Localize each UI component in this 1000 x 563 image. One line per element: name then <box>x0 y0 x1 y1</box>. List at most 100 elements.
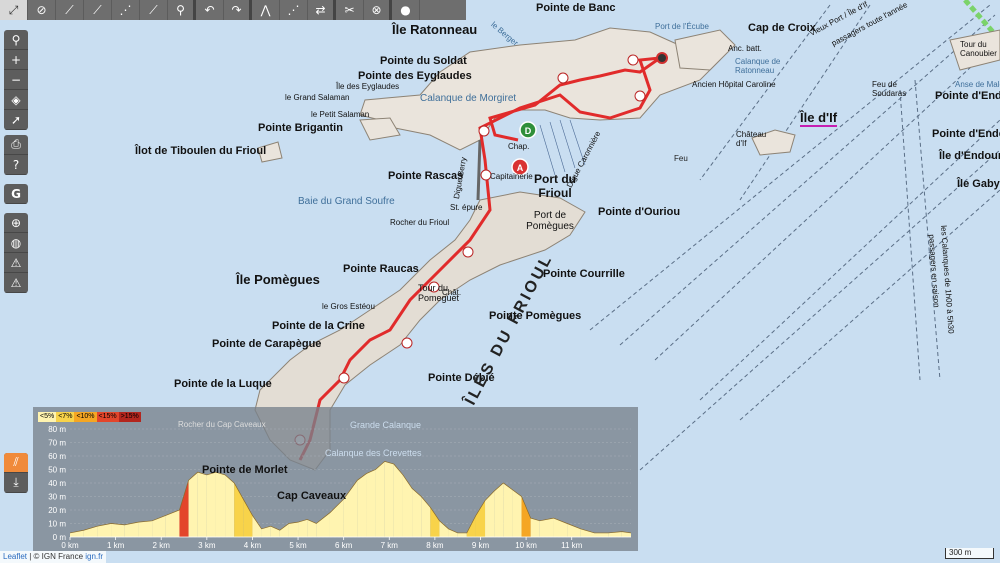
elevation-segment <box>539 518 554 537</box>
route-line-icon[interactable]: ⟋ <box>56 0 84 20</box>
x-tick-label: 5 km <box>289 541 307 550</box>
label-pointe-de-banc: Pointe de Banc <box>536 2 616 14</box>
route-line-icon[interactable]: ⋀ <box>252 0 280 20</box>
y-tick-label: 40 m <box>48 479 66 488</box>
start-marker-label: D <box>525 126 532 136</box>
elevation-segment <box>343 480 358 537</box>
elevation-segment <box>567 523 581 537</box>
label-pointe-pomegues: Pointe Pomègues <box>489 310 582 322</box>
eye-off-icon[interactable]: ⊘ <box>28 0 56 20</box>
label-feu: Feu <box>674 154 688 163</box>
label-cap-de-croix: Cap de Croix <box>748 22 816 34</box>
google-icon[interactable]: G <box>4 184 28 204</box>
route-line-icon[interactable]: ⋰ <box>112 0 140 20</box>
elevation-segment <box>366 469 376 537</box>
label-pointe-de-la-crine: Pointe de la Crine <box>272 320 365 332</box>
redo-icon[interactable]: ↷ <box>224 0 252 20</box>
label-ancien-hopital: Ancien Hôpital Caroline <box>692 80 776 89</box>
elevation-segment <box>521 496 531 537</box>
attribution-ign-link[interactable]: ign.fr <box>85 552 103 561</box>
waypoint-marker[interactable] <box>656 52 668 64</box>
route-line-icon[interactable]: ⋰ <box>280 0 308 20</box>
x-tick-label: 2 km <box>153 541 171 550</box>
target-icon[interactable]: ⊕ <box>4 213 28 233</box>
label-ile-ratonneau: Île Ratonneau <box>392 22 478 37</box>
label-ile-pomegues: Île Pomègues <box>236 272 320 287</box>
label-gros-esteou: le Gros Estéou <box>322 302 375 311</box>
globe-icon[interactable]: ◍ <box>4 233 28 253</box>
elevation-segment <box>165 510 180 537</box>
label-calanque-ratonneau: Calanque de Ratonneau <box>735 57 781 75</box>
attribution-leaflet-link[interactable]: Leaflet <box>3 552 27 561</box>
elevation-segment <box>503 483 513 537</box>
label-grand-salamon: le Grand Salaman <box>285 93 350 102</box>
label-pointe-dendoume-top: Pointe d'Endoume <box>935 90 1000 102</box>
elevation-segment <box>580 528 595 537</box>
layers-icon[interactable]: ◈ <box>4 90 28 110</box>
elevation-segment <box>206 472 216 537</box>
label-st-epure: St. épure <box>450 203 483 212</box>
x-tick-label: 9 km <box>472 541 490 550</box>
label-pointe-rascas: Pointe Rascas <box>388 170 464 182</box>
x-tick-label: 0 km <box>61 541 79 550</box>
help-icon[interactable]: ? <box>4 155 28 175</box>
warning-icon[interactable]: ⚠ <box>4 273 28 293</box>
location-pin-icon[interactable]: ● <box>392 0 420 20</box>
elevation-segment <box>494 483 504 537</box>
print-icon[interactable]: ⎙ <box>4 135 28 155</box>
download-icon[interactable]: ⤓ <box>4 473 28 493</box>
label-capitainerie: Capitainerie <box>490 172 533 181</box>
elevation-profile[interactable]: <5% <7% <10% <15% >15% 80 m 70 m 60 m 50 m 40 m3… <box>33 407 638 551</box>
delete-point-icon[interactable]: ⊗ <box>364 0 392 20</box>
locate-arrow-icon[interactable]: ➚ <box>4 110 28 130</box>
elevation-segment <box>375 461 385 537</box>
label-calanque-crevettes: Calanque des Crevettes <box>325 448 422 458</box>
zoom-controls: ⚲ + − ◈ ➚ <box>4 30 28 130</box>
y-tick-label: 80 m <box>48 425 66 434</box>
y-tick-label: 70 m <box>48 439 66 448</box>
warning-icon[interactable]: ⚠ <box>4 253 28 273</box>
elevation-segment <box>83 526 98 537</box>
x-tick-label: 4 km <box>244 541 262 550</box>
label-petit-salamon: le Petit Salaman <box>311 110 370 119</box>
zoom-in-icon[interactable]: + <box>4 50 28 70</box>
elevation-segment <box>485 491 495 537</box>
attribution: Leaflet | © IGN France ign.fr <box>0 551 107 563</box>
attribution-ign: IGN France <box>41 552 84 561</box>
route-line-icon[interactable]: ⟋ <box>140 0 168 20</box>
zoom-out-icon[interactable]: − <box>4 70 28 90</box>
label-pointe-de-morlet: Pointe de Morlet <box>202 464 288 476</box>
bike-icon[interactable]: ⚲ <box>168 0 196 20</box>
label-chateau-dif: Château d'If <box>736 130 767 148</box>
route-line-icon[interactable]: ⟋ <box>84 0 112 20</box>
x-tick-label: 7 km <box>381 541 399 550</box>
search-icon[interactable]: ⚲ <box>4 30 28 50</box>
x-tick-label: 10 km <box>515 541 537 550</box>
elevation-segment <box>448 528 458 537</box>
label-anc-batt: Anc. batt. <box>728 44 762 53</box>
undo-icon[interactable]: ↶ <box>196 0 224 20</box>
tool-controls: ⊕ ◍ ⚠ ⚠ <box>4 213 28 293</box>
elevation-segment <box>307 519 317 537</box>
elevation-segment <box>288 522 299 537</box>
label-rocher-cap-caveaux: Rocher du Cap Caveaux <box>178 420 266 429</box>
elevation-segment <box>329 499 344 537</box>
elevation-segment <box>475 500 486 537</box>
label-grande-calanque: Grande Calanque <box>350 420 422 430</box>
fullscreen-icon[interactable]: ⤢ <box>0 0 28 20</box>
print-help-controls: ⎙ ? <box>4 135 28 175</box>
label-pointe-raucas: Pointe Raucas <box>343 263 419 275</box>
elevation-segment <box>384 461 394 537</box>
y-tick-label: 50 m <box>48 466 66 475</box>
label-baie-grand-soufre: Baie du Grand Soufre <box>298 196 395 207</box>
y-tick-label: 60 m <box>48 452 66 461</box>
swap-icon[interactable]: ⇄ <box>308 0 336 20</box>
label-ilot-tiboulen: Îlot de Tiboulen du Frioul <box>135 145 267 157</box>
scissors-icon[interactable]: ✂ <box>336 0 364 20</box>
x-tick-label: 1 km <box>107 541 125 550</box>
x-tick-label: 3 km <box>198 541 216 550</box>
label-tour-canoubier: Tour du Canoubier <box>960 40 997 58</box>
chart-icon[interactable]: ⫽ <box>4 453 28 473</box>
label-port-ecube: Port de l'Écube <box>655 22 710 31</box>
label-tour-pomeguet: Tour du Pomeguet <box>418 283 460 303</box>
